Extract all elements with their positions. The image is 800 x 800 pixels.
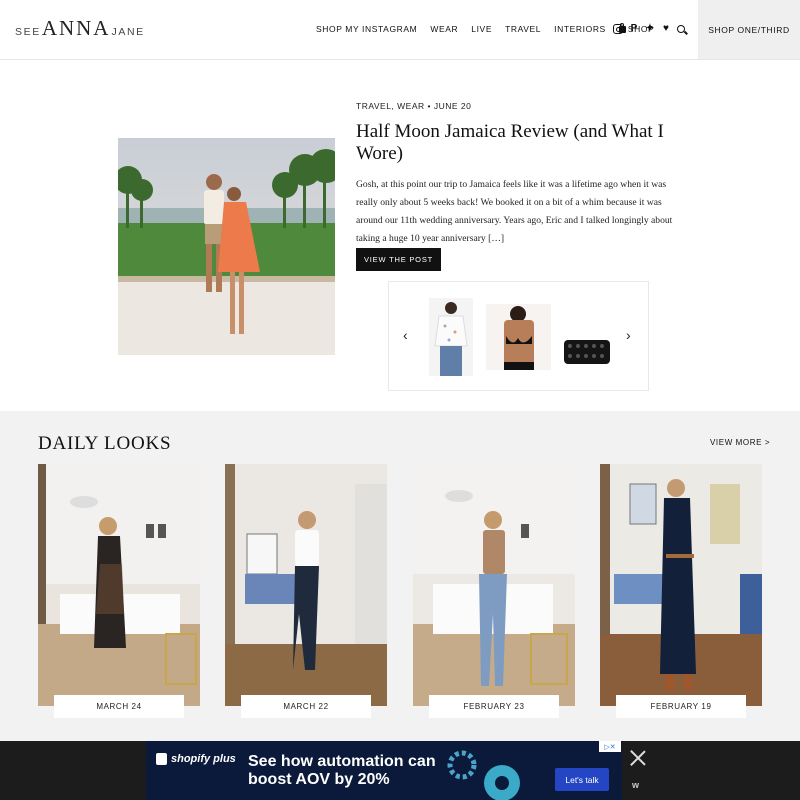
daily-look-card[interactable] (225, 464, 387, 706)
post-meta: TRAVEL, WEAR • JUNE 20 (356, 101, 472, 111)
ad-headline: See how automation can boost AOV by 20% (248, 753, 436, 788)
daily-looks-title: DAILY LOOKS (38, 433, 172, 454)
daily-look-label[interactable]: MARCH 22 (241, 695, 371, 718)
shopify-bag-icon (156, 753, 167, 765)
post-excerpt: Gosh, at this point our trip to Jamaica … (356, 179, 673, 244)
daily-looks-section: DAILY LOOKS VIEW MORE > MARCH 24 MARCH 2… (0, 411, 800, 741)
ad-brand: shopify plus (156, 753, 236, 765)
ad-brand-label: shopify plus (171, 753, 236, 765)
pinterest-icon[interactable]: P (629, 24, 639, 34)
daily-look-card[interactable] (38, 464, 200, 706)
view-more-link[interactable]: VIEW MORE > (710, 438, 770, 447)
ad-network-icon: w (632, 780, 640, 790)
daily-look-label[interactable]: FEBRUARY 23 (429, 695, 559, 718)
daily-look-label[interactable]: FEBRUARY 19 (616, 695, 746, 718)
ad-cta-button[interactable]: Let's talk (555, 768, 609, 791)
site-logo[interactable]: SEE ANNA JANE (15, 18, 145, 39)
featured-post-image[interactable] (118, 138, 335, 355)
social-icons: P ✦ ♥ (613, 24, 691, 34)
post-title[interactable]: Half Moon Jamaica Review (and What I Wor… (356, 121, 676, 165)
heart-icon[interactable]: ♥ (661, 24, 671, 34)
chevron-right-icon[interactable]: › (626, 328, 631, 342)
chevron-left-icon[interactable]: ‹ (403, 328, 408, 342)
twitter-icon[interactable]: ✦ (645, 24, 655, 34)
search-icon[interactable] (677, 25, 685, 33)
close-icon[interactable] (628, 748, 648, 768)
nav-interiors[interactable]: INTERIORS (554, 24, 606, 34)
daily-look-label[interactable]: MARCH 24 (54, 695, 184, 718)
nav-wear[interactable]: WEAR (430, 24, 458, 34)
nav-travel[interactable]: TRAVEL (505, 24, 541, 34)
nav-shop-my-instagram[interactable]: SHOP MY INSTAGRAM (316, 24, 417, 34)
view-post-button[interactable]: VIEW THE POST (356, 248, 441, 271)
logo-jane: JANE (111, 26, 145, 38)
product-thumb-blouse[interactable] (429, 298, 473, 376)
nav-live[interactable]: LIVE (471, 24, 492, 34)
daily-look-card[interactable] (413, 464, 575, 706)
product-thumb-bra[interactable] (486, 304, 551, 370)
site-header: SEE ANNA JANE SHOP MY INSTAGRAM WEAR LIV… (0, 0, 800, 60)
product-thumb-clutch[interactable] (563, 336, 611, 366)
product-carousel: ‹ › (388, 281, 649, 391)
banner-ad[interactable]: shopify plus See how automation can boos… (146, 741, 622, 800)
logo-see: SEE (15, 26, 41, 38)
logo-anna: ANNA (41, 16, 111, 40)
gear-graphic (447, 750, 520, 800)
daily-look-card[interactable] (600, 464, 762, 706)
instagram-icon[interactable] (613, 24, 623, 34)
adchoices-icon[interactable]: ▷✕ (599, 741, 621, 752)
shop-one-third-button[interactable]: SHOP ONE/THIRD (698, 0, 800, 59)
